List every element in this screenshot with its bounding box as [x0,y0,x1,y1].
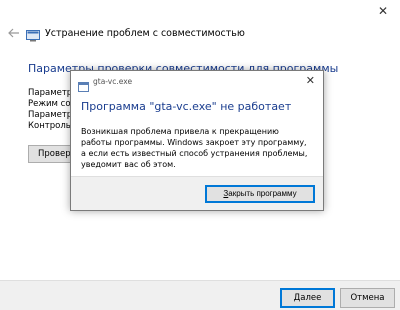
wizard-line-4: Контроль учетных записей [28,121,73,131]
dialog-body-text: Возникшая проблема привела к прекращению… [81,127,308,169]
wizard-title: Устранение проблем с совместимостью [45,27,245,39]
wizard-header: Устранение проблем с совместимостью [6,24,245,42]
dialog-titlebar: gta-vc.exe ✕ [71,71,323,93]
cancel-button[interactable]: Отмена [340,288,395,308]
application-icon [78,77,89,92]
close-program-button[interactable]: Закрыть программу [205,185,315,203]
close-icon: ✕ [377,4,389,18]
wizard-line-3: Параметры [28,110,73,120]
dialog-main-instruction: Программа "gta-vc.exe" не работает [81,100,292,113]
troubleshooter-icon [26,27,40,42]
dialog-close-button[interactable]: ✕ [306,75,315,87]
wizard-line-1: Параметры [28,88,73,98]
wizard-line-2: Режим совместимости [28,99,73,109]
error-dialog: gta-vc.exe ✕ Программа "gta-vc.exe" не р… [70,70,324,211]
next-button[interactable]: Далее [280,288,335,308]
close-program-label: акрыть программу [228,189,297,198]
close-icon: ✕ [305,74,315,87]
dialog-app-name: gta-vc.exe [93,77,133,86]
back-arrow-icon[interactable] [6,25,22,41]
window-close-button[interactable]: ✕ [376,4,390,18]
